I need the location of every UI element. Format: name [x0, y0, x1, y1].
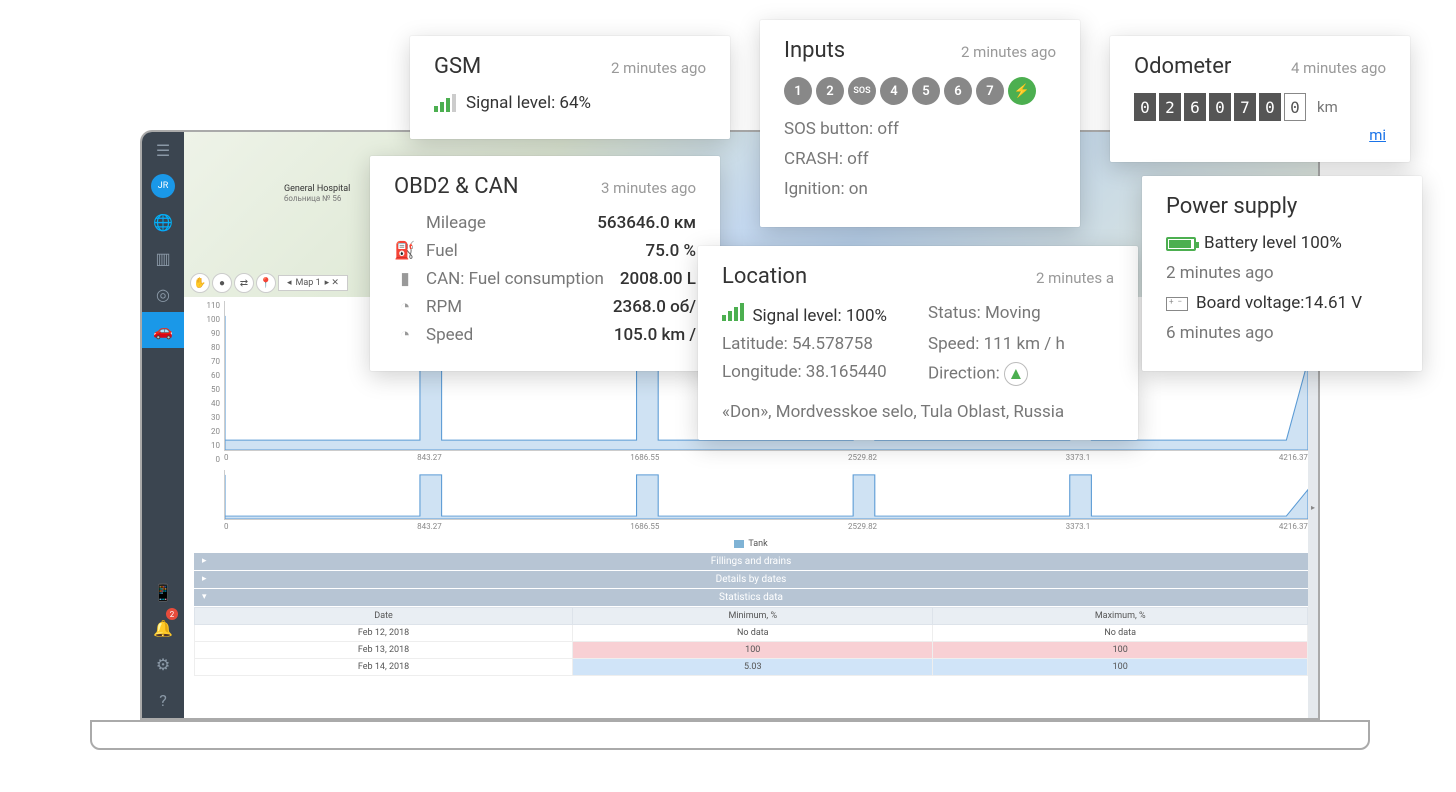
vehicle-icon[interactable]: 🚗 [142, 312, 184, 348]
map-tool-pin-icon[interactable]: 📍 [256, 273, 276, 293]
signal-icon [722, 303, 744, 321]
inputs-title: Inputs [784, 38, 845, 63]
obd-card: OBD2 & CAN 3 minutes ago Mileage563646.0… [370, 156, 720, 371]
gsm-title: GSM [434, 54, 481, 79]
stats-col-max: Maximum, % [933, 608, 1308, 625]
map-tool-share-icon[interactable]: ⇄ [234, 273, 254, 293]
map-tool-marker-icon[interactable]: ● [212, 273, 232, 293]
location-card: Location 2 minutes a Signal level: 100% … [698, 246, 1138, 440]
location-direction: Direction: ▲ [928, 362, 1114, 386]
signal-icon [434, 94, 456, 112]
odometer-unit-km: km [1317, 98, 1338, 116]
location-speed: Speed: 111 km / h [928, 334, 1114, 354]
globe-icon[interactable]: 🌐 [142, 204, 184, 240]
menu-icon[interactable]: ☰ [142, 132, 184, 168]
input-4[interactable]: 4 [880, 77, 908, 105]
section-stats[interactable]: ▾Statistics data [194, 589, 1308, 607]
map-poi-label: General Hospital больница № 56 [284, 184, 350, 204]
gsm-time: 2 minutes ago [611, 59, 706, 77]
battery-icon [1166, 237, 1196, 251]
location-icon[interactable]: ◎ [142, 276, 184, 312]
inputs-card: Inputs 2 minutes ago 1 2 SOS 4 5 6 7 ⚡ S… [760, 20, 1080, 227]
gsm-card: GSM 2 minutes ago Signal level: 64% [410, 36, 730, 139]
input-2[interactable]: 2 [816, 77, 844, 105]
inputs-time: 2 minutes ago [961, 43, 1056, 61]
map-tab[interactable]: ◂ Map 1 ▸ ✕ [278, 275, 348, 291]
location-title: Location [722, 264, 807, 289]
stats-table: Date Minimum, % Maximum, % Feb 12, 2018N… [194, 607, 1308, 676]
chart-xticks: 0843.271686.552529.823373.14216.37 [224, 451, 1308, 464]
power-board-time: 6 minutes ago [1166, 323, 1398, 343]
board-voltage-icon [1166, 297, 1188, 311]
power-card: Power supply Battery level 100% 2 minute… [1142, 176, 1422, 371]
chart-icon[interactable]: ▥ [142, 240, 184, 276]
inputs-crash-line: CRASH: off [784, 149, 1056, 169]
location-address: «Don», Mordvesskoe selo, Tula Oblast, Ru… [722, 402, 1114, 422]
chart-legend: Tank [194, 539, 1308, 549]
inputs-circles: 1 2 SOS 4 5 6 7 ⚡ [784, 77, 1056, 105]
sidebar: ☰ JR 🌐 ▥ ◎ 🚗 📱 🔔 2 ⚙ ? [142, 132, 184, 718]
fuel-icon: ⛽ [394, 241, 416, 261]
input-power-icon[interactable]: ⚡ [1008, 77, 1036, 105]
laptop-base [90, 720, 1370, 750]
location-lon: Longitude: 38.165440 [722, 362, 908, 386]
stats-row: Feb 12, 2018No dataNo data [195, 625, 1308, 642]
odometer-time: 4 minutes ago [1291, 59, 1386, 77]
input-7[interactable]: 7 [976, 77, 1004, 105]
input-sos[interactable]: SOS [848, 77, 876, 105]
direction-arrow-icon: ▲ [1004, 362, 1028, 386]
gauge-icon: ◔ [394, 325, 416, 345]
device-icon[interactable]: 📱 [142, 574, 184, 610]
settings-icon[interactable]: ⚙ [142, 646, 184, 682]
location-time: 2 minutes a [1036, 269, 1114, 287]
fuel-chart-overview[interactable] [224, 470, 1308, 520]
map-tool-hand-icon[interactable]: ✋ [190, 273, 210, 293]
user-avatar[interactable]: JR [151, 174, 175, 198]
inputs-sos-line: SOS button: off [784, 119, 1056, 139]
bars-icon: ▮ [394, 269, 416, 289]
input-1[interactable]: 1 [784, 77, 812, 105]
help-icon[interactable]: ? [142, 682, 184, 718]
obd-title: OBD2 & CAN [394, 174, 519, 199]
chart-overview-xticks: 0843.271686.552529.823373.14216.37 [224, 520, 1308, 533]
gauge-icon: ◔ [394, 297, 416, 317]
section-details[interactable]: ▸Details by dates [194, 571, 1308, 589]
obd-time: 3 minutes ago [601, 179, 696, 197]
input-5[interactable]: 5 [912, 77, 940, 105]
stats-row: Feb 14, 20185.03100 [195, 659, 1308, 676]
power-battery-time: 2 minutes ago [1166, 263, 1398, 283]
power-title: Power supply [1166, 194, 1398, 219]
input-6[interactable]: 6 [944, 77, 972, 105]
section-fillings[interactable]: ▸Fillings and drains [194, 553, 1308, 571]
inputs-ignition-line: Ignition: on [784, 179, 1056, 199]
stats-row: Feb 13, 2018100100 [195, 642, 1308, 659]
location-status: Status: Moving [928, 303, 1114, 326]
odometer-title: Odometer [1134, 54, 1231, 79]
stats-col-min: Minimum, % [573, 608, 933, 625]
odometer-unit-mi-link[interactable]: mi [1369, 126, 1386, 144]
stats-col-date: Date [195, 608, 573, 625]
gsm-signal: Signal level: 64% [466, 93, 591, 113]
map-toolbar: ✋ ● ⇄ 📍 ◂ Map 1 ▸ ✕ [190, 273, 348, 293]
location-lat: Latitude: 54.578758 [722, 334, 908, 354]
notification-badge: 2 [166, 608, 178, 620]
chart-yticks: 1101009080706050403020100 [202, 301, 220, 464]
odometer-digits: 0 2 6 0 7 0 0 km [1134, 93, 1386, 121]
odometer-card: Odometer 4 minutes ago 0 2 6 0 7 0 0 km … [1110, 36, 1410, 162]
